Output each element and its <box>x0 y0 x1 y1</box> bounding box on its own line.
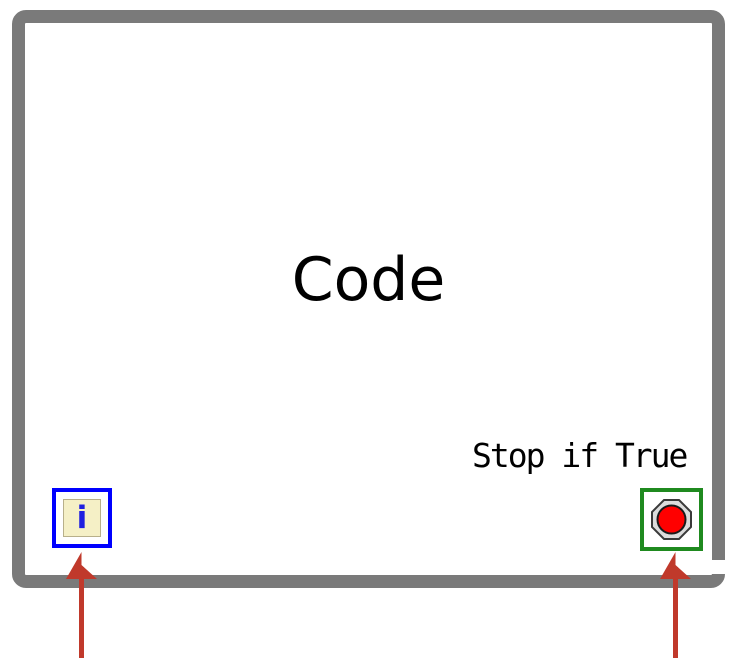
right-arrow-shaft <box>673 567 678 658</box>
left-arrow-head <box>66 552 97 579</box>
pointer-arrows <box>66 552 691 658</box>
right-arrow-head <box>660 552 691 579</box>
left-arrow-shaft <box>79 567 84 658</box>
